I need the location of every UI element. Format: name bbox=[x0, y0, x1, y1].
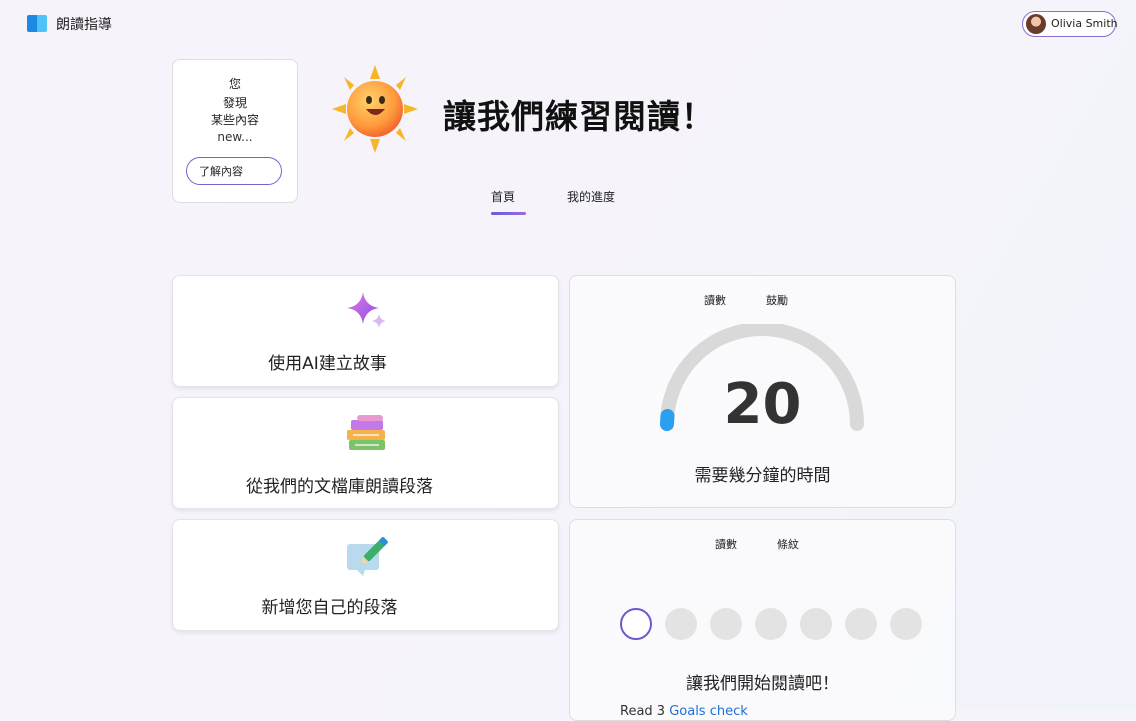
goals-link[interactable]: Goals check bbox=[669, 704, 748, 719]
sun-mascot-icon bbox=[332, 65, 418, 153]
panel-tab-encourage[interactable]: 鼓勵 bbox=[766, 292, 788, 308]
discover-line-1: 您 bbox=[228, 77, 241, 91]
panel-tab-streak[interactable]: 條紋 bbox=[777, 536, 799, 552]
page-title: 讓我們練習閱讀！ bbox=[443, 97, 715, 136]
panel-tab-reading[interactable]: 讀數 bbox=[715, 536, 737, 552]
create-ai-story-label: 使用AI建立故事 bbox=[268, 354, 387, 374]
books-icon bbox=[347, 415, 385, 450]
discover-line-3: 某些內容 bbox=[210, 113, 259, 127]
gauge-caption: 需要幾分鐘的時間 bbox=[694, 466, 831, 486]
streak-subtext-label: Read 3 bbox=[620, 704, 670, 719]
user-profile-button[interactable]: Olivia Smith bbox=[1022, 11, 1118, 37]
avatar bbox=[1026, 14, 1046, 34]
read-library-label: 從我們的文檔庫朗讀段落 bbox=[246, 477, 433, 497]
top-bar: 朗讀指導 Olivia Smith bbox=[0, 0, 1136, 46]
user-name: Olivia Smith bbox=[1051, 17, 1118, 30]
streak-dot bbox=[620, 608, 652, 640]
streak-dot bbox=[665, 608, 697, 640]
discover-line-2: 發現 bbox=[222, 96, 247, 110]
app-logo-icon bbox=[27, 14, 49, 34]
learn-more-button[interactable]: 了解內容 bbox=[186, 157, 282, 185]
tab-home[interactable]: 首頁 bbox=[491, 188, 515, 205]
discover-line-4: new... bbox=[217, 130, 253, 144]
streak-dot bbox=[710, 608, 742, 640]
streak-dot bbox=[800, 608, 832, 640]
panel-tab-reading[interactable]: 讀數 bbox=[704, 292, 726, 308]
create-ai-story-card[interactable]: 使用AI建立故事 bbox=[172, 275, 559, 387]
tab-my-progress[interactable]: 我的進度 bbox=[567, 188, 615, 205]
discover-card: 您 發現 某些內容 new... 了解內容 bbox=[172, 59, 298, 203]
streak-dot bbox=[890, 608, 922, 640]
sparkle-icon bbox=[347, 292, 386, 328]
streak-message: 讓我們開始閱讀吧！ bbox=[686, 674, 839, 694]
reading-goal-panel: 讀數 鼓勵 20 需要幾分鐘的時間 bbox=[569, 275, 956, 508]
gauge-value: 20 bbox=[723, 372, 802, 437]
app-title: 朗讀指導 bbox=[56, 17, 112, 33]
pencil-paper-icon bbox=[347, 537, 388, 576]
streak-dot bbox=[845, 608, 877, 640]
read-library-card[interactable]: 從我們的文檔庫朗讀段落 bbox=[172, 397, 559, 509]
add-own-passage-label: 新增您自己的段落 bbox=[261, 598, 398, 618]
reading-streak-panel: 讀數 條紋 讓我們開始閱讀吧！ Read 3 Goals check bbox=[569, 519, 956, 721]
streak-dot bbox=[755, 608, 787, 640]
tab-selected-indicator bbox=[491, 212, 526, 215]
add-own-passage-card[interactable]: 新增您自己的段落 bbox=[172, 519, 559, 631]
streak-subtext: Read 3 Goals check bbox=[620, 704, 748, 719]
